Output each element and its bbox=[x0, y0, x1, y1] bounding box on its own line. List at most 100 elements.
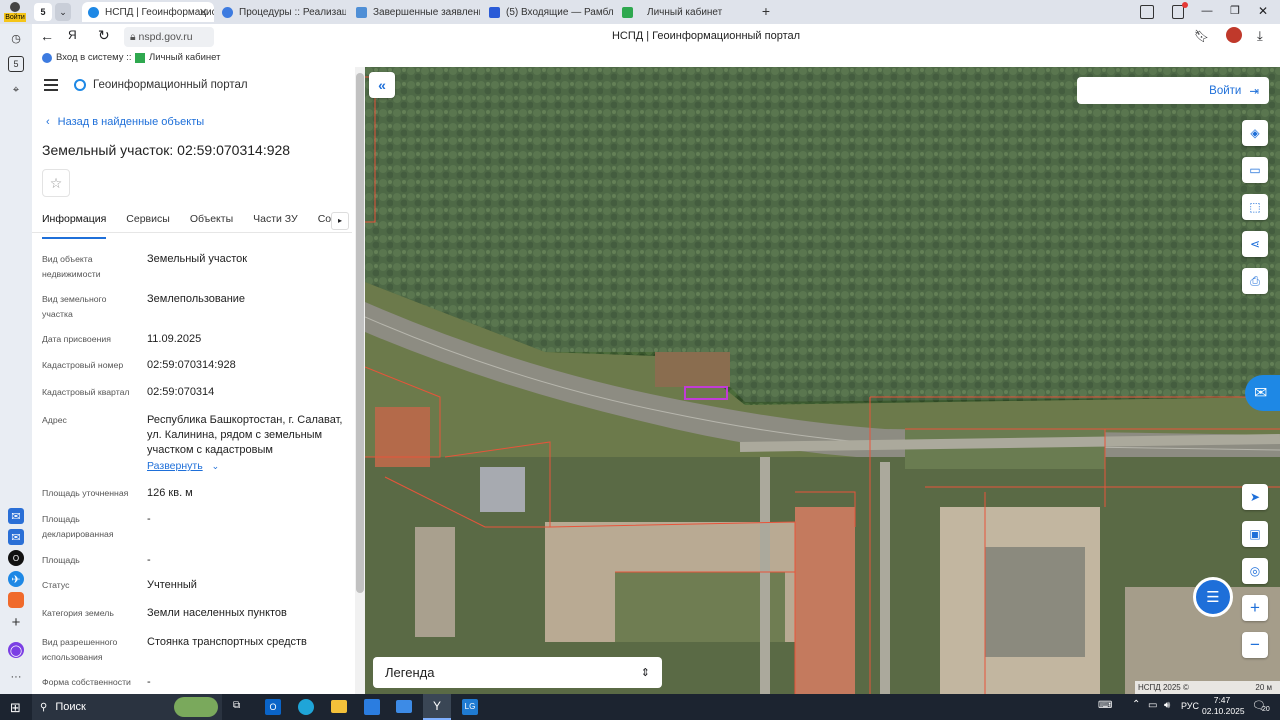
share-button[interactable]: ⋖ bbox=[1242, 231, 1268, 257]
restore-icon[interactable]: ❐ bbox=[1229, 5, 1241, 17]
clock[interactable]: 7:47 02.10.2025 bbox=[1202, 695, 1245, 717]
zoom-out-button[interactable]: − bbox=[1242, 632, 1268, 658]
tab-services[interactable]: Сервисы bbox=[126, 213, 170, 239]
cabinet-favicon-icon bbox=[622, 6, 633, 18]
language-indicator[interactable]: РУС bbox=[1181, 701, 1199, 711]
expand-toggle-icon: ⇕ bbox=[640, 667, 650, 679]
mail-icon[interactable]: ✉ bbox=[8, 529, 24, 545]
page-title: НСПД | Геоинформационный портал bbox=[611, 30, 801, 42]
prop-value: Земельный участок bbox=[147, 253, 248, 265]
start-icon[interactable]: ⊞ bbox=[10, 700, 21, 716]
zoom-in-button[interactable]: + bbox=[1242, 595, 1268, 621]
area-select-button[interactable]: ⬚ bbox=[1242, 194, 1268, 220]
prop-value: Землепользование bbox=[147, 293, 246, 305]
windows-taskbar: ⊞ ⚲ Поиск ⧉ O Y LG ⌨ ⌃ ▭ 🔊︎ РУС 7:47 02.… bbox=[0, 694, 1280, 720]
collapse-sidebar-button[interactable]: « bbox=[369, 72, 395, 98]
tab-rambler-mail[interactable]: (5) Входящие — Рамблер bbox=[483, 2, 613, 22]
close-window-icon[interactable]: ✕ bbox=[1257, 5, 1269, 17]
history-icon[interactable]: ◷ bbox=[8, 30, 24, 46]
page-favicon-icon bbox=[356, 6, 367, 18]
location-pin-icon: ◎ bbox=[1249, 564, 1261, 578]
outlook-icon[interactable]: O bbox=[265, 699, 281, 715]
screenshot-icon[interactable]: ⌖ bbox=[8, 82, 24, 98]
gallery-icon[interactable] bbox=[8, 592, 24, 608]
keyboard-icon[interactable]: ⌨ bbox=[1098, 700, 1112, 711]
location-search-button[interactable]: ◎ bbox=[1242, 558, 1268, 584]
yandex-icon[interactable]: Я bbox=[68, 28, 77, 42]
legend-panel[interactable]: Легенда ⇕ bbox=[373, 657, 662, 688]
login-icon: ⇥ bbox=[1249, 85, 1259, 98]
back-arrow-icon[interactable]: ← bbox=[40, 28, 54, 44]
tab-label: (5) Входящие — Рамблер bbox=[506, 6, 613, 18]
favorite-button[interactable]: ☆ bbox=[42, 169, 70, 197]
portal-logo-icon bbox=[74, 79, 86, 91]
reload-icon[interactable]: ↻ bbox=[98, 27, 110, 44]
alice-icon[interactable]: ◯ bbox=[8, 642, 24, 658]
tab-procedures[interactable]: Процедуры :: Реализаци bbox=[216, 2, 346, 22]
print-button[interactable]: ⎙ bbox=[1242, 268, 1268, 294]
extension-icon[interactable] bbox=[1226, 27, 1242, 43]
volume-icon[interactable]: 🔊︎ bbox=[1164, 700, 1170, 711]
chevron-left-icon: ‹ bbox=[46, 116, 50, 128]
bookmark-favicon-icon bbox=[42, 52, 52, 63]
prop-key: Кадастровый квартал bbox=[42, 387, 130, 397]
more-icon[interactable]: ··· bbox=[8, 669, 24, 685]
bookmark-label: Вход в систему :: I bbox=[56, 52, 137, 63]
hamburger-menu-icon[interactable] bbox=[44, 79, 58, 91]
url-field[interactable]: 🔒︎ nspd.gov.ru bbox=[124, 27, 214, 47]
tab-parts[interactable]: Части ЗУ bbox=[253, 213, 298, 239]
tab-personal-cabinet[interactable]: Личный кабинет bbox=[616, 2, 746, 22]
tab-completed-applications[interactable]: Завершенные заявления bbox=[350, 2, 480, 22]
layers-button[interactable]: ◈ bbox=[1242, 120, 1268, 146]
notifications-icon[interactable] bbox=[1172, 2, 1188, 19]
downloads-icon[interactable]: ⤓ bbox=[1257, 28, 1263, 44]
taskbar-search[interactable]: ⚲ Поиск bbox=[32, 694, 222, 720]
bookmark-login[interactable]: Вход в систему :: I bbox=[42, 52, 137, 63]
collections-icon[interactable] bbox=[1140, 5, 1154, 19]
sidebar-scrollbar[interactable] bbox=[355, 67, 365, 694]
mail-app-icon[interactable] bbox=[396, 700, 412, 713]
tab-list-chevron-icon[interactable]: ⌄ bbox=[55, 3, 71, 21]
tab-objects[interactable]: Объекты bbox=[190, 213, 233, 239]
tab-counter-button[interactable]: 5 bbox=[34, 3, 52, 21]
phone-app-icon[interactable]: O bbox=[8, 550, 24, 566]
login-button[interactable]: Войти ⇥ bbox=[1077, 77, 1269, 104]
network-icon[interactable]: ▭ bbox=[1148, 700, 1157, 711]
tray-expand-icon[interactable]: ⌃ bbox=[1132, 699, 1140, 710]
app-taskbar-icon[interactable]: LG bbox=[462, 699, 478, 715]
close-tab-icon[interactable]: ✕ bbox=[199, 6, 208, 19]
map-imagery bbox=[365, 67, 1280, 694]
task-view-icon[interactable]: ⧉ bbox=[233, 700, 240, 711]
edge-icon[interactable] bbox=[298, 699, 314, 715]
profile-button[interactable]: Войти bbox=[4, 1, 26, 23]
bookmark-icon[interactable]: 🔖︎ bbox=[1194, 29, 1209, 43]
browser-tab-bar: Войти 5 ⌄ НСПД | Геоинформацис ✕ Процеду… bbox=[0, 0, 1280, 24]
store-icon[interactable] bbox=[364, 699, 380, 715]
geolocation-button[interactable]: ➤ bbox=[1242, 484, 1268, 510]
chat-button[interactable]: ☰ bbox=[1193, 577, 1233, 617]
tab-label: НСПД | Геоинформацис bbox=[105, 6, 214, 18]
tabs-scroll-right-button[interactable]: ▸ bbox=[331, 212, 349, 230]
feedback-button[interactable]: ✉ bbox=[1245, 375, 1280, 411]
new-tab-button[interactable]: + bbox=[757, 3, 775, 21]
expand-link[interactable]: Развернуть ⌄ bbox=[147, 460, 219, 472]
mail-icon[interactable]: ✉ bbox=[8, 508, 24, 524]
prop-key: Вид земельного участка bbox=[42, 294, 107, 319]
tab-nspd[interactable]: НСПД | Геоинформацис ✕ bbox=[82, 2, 214, 22]
counter-icon[interactable]: 5 bbox=[8, 56, 24, 72]
lock-icon: 🔒︎ bbox=[130, 31, 136, 43]
tab-information[interactable]: Информация bbox=[42, 213, 107, 239]
explorer-icon[interactable] bbox=[331, 700, 347, 713]
measure-button[interactable]: ▭ bbox=[1242, 157, 1268, 183]
satellite-map[interactable]: « Войти ⇥ ◈ ▭ ⬚ ⋖ ⎙ ✉ ➤ ▣ ◎ + − ☰ Легенд… bbox=[365, 67, 1280, 694]
add-icon[interactable]: + bbox=[8, 614, 24, 631]
back-link[interactable]: ‹ Назад в найденные объекты bbox=[46, 116, 204, 128]
scrollbar-thumb[interactable] bbox=[356, 73, 364, 593]
bookmark-cabinet[interactable]: Личный кабинет bbox=[135, 52, 220, 63]
prop-key: Кадастровый номер bbox=[42, 360, 124, 370]
messenger-icon[interactable]: ✈ bbox=[8, 571, 24, 587]
minimap-button[interactable]: ▣ bbox=[1242, 521, 1268, 547]
prop-key: Категория земель bbox=[42, 608, 114, 618]
minimize-icon[interactable]: — bbox=[1201, 5, 1213, 17]
yandex-browser-taskbar-icon[interactable]: Y bbox=[423, 694, 451, 720]
